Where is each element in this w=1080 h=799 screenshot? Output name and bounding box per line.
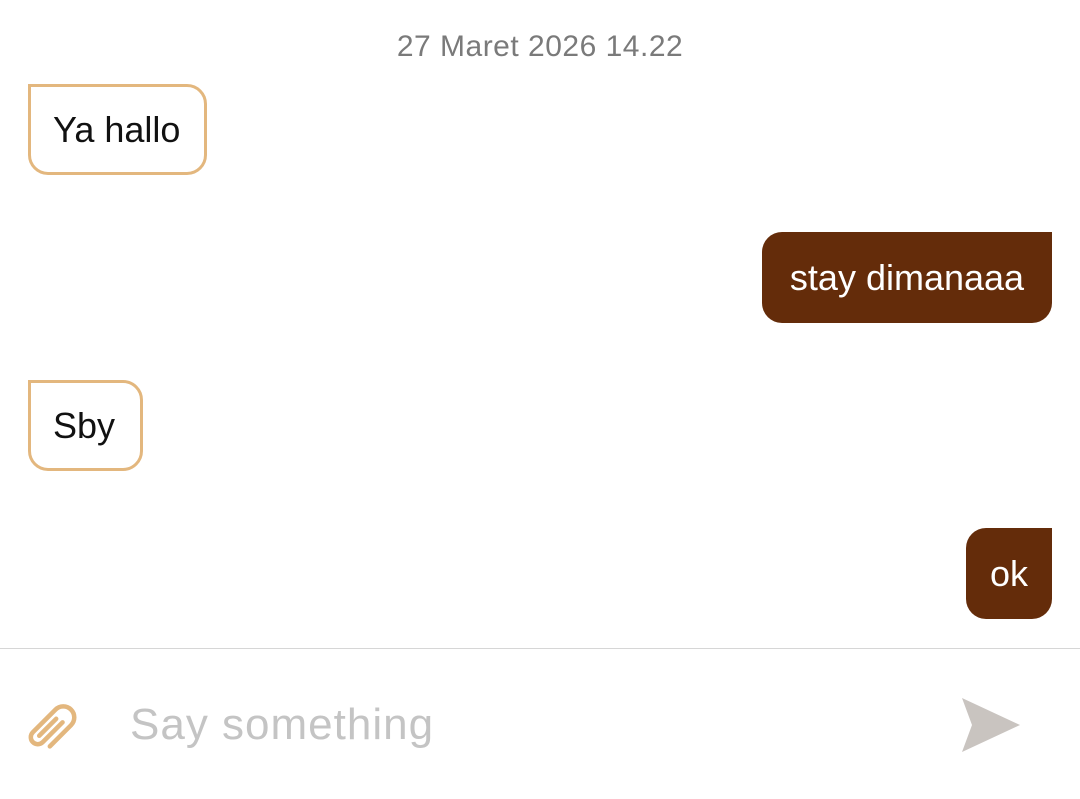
message-text: Sby [53,404,116,446]
message-text: stay dimanaaa [789,256,1025,298]
message-composer [0,648,1080,799]
chat-area: 27 Maret 2026 14.22 Ya hallo stay dimana… [0,0,1080,648]
attach-button[interactable] [14,695,80,761]
paperclip-icon [28,704,77,749]
message-timestamp: 27 Maret 2026 14.22 [396,30,684,63]
outgoing-message[interactable]: ok [966,528,1052,619]
outgoing-message[interactable]: stay dimanaaa [762,232,1052,323]
incoming-message[interactable]: Sby [28,380,143,471]
send-button[interactable] [958,692,1024,758]
message-text: ok [989,552,1029,594]
send-icon [962,698,1020,752]
incoming-message[interactable]: Ya hallo [28,84,207,175]
message-input[interactable] [130,695,910,755]
message-text: Ya hallo [53,108,181,150]
